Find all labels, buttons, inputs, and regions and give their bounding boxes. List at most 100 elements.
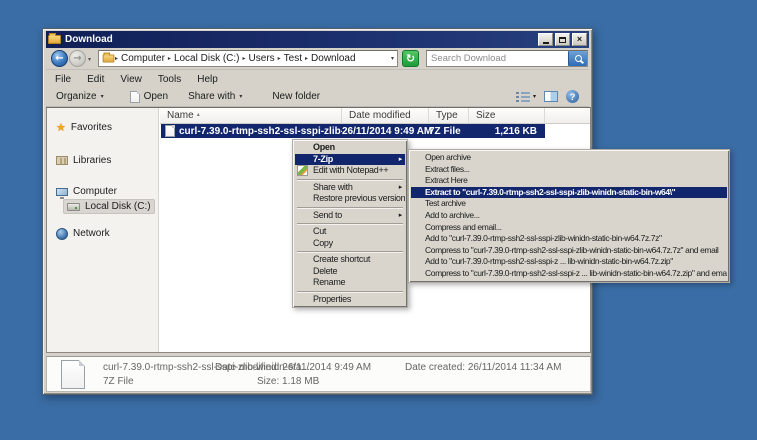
recent-pages-dropdown[interactable]: ▾ bbox=[88, 56, 91, 63]
open-button[interactable]: Open bbox=[124, 89, 174, 105]
breadcrumb-computer[interactable]: Computer bbox=[121, 53, 165, 64]
sidebar-item-label: Favorites bbox=[71, 122, 112, 133]
new-folder-button[interactable]: New folder bbox=[266, 89, 326, 104]
file-type-cell: 7Z File bbox=[429, 126, 469, 137]
maximize-icon bbox=[559, 37, 566, 43]
menu-file[interactable]: File bbox=[55, 74, 71, 85]
context-menu-item-7zip[interactable]: 7-Zip▸ bbox=[295, 154, 405, 166]
submenu-item-compress-to-7z-and-email[interactable]: Compress to "curl-7.39.0-rtmp-ssh2-ssl-s… bbox=[411, 245, 727, 257]
submenu-item-compress-to-zip-and-email[interactable]: Compress to "curl-7.39.0-rtmp-ssh2-ssl-s… bbox=[411, 268, 727, 280]
column-header-name[interactable]: Name▴ bbox=[160, 108, 342, 124]
file-name: curl-7.39.0-rtmp-ssh2-ssl-sspi-zlib-wini… bbox=[179, 126, 342, 137]
submenu-item-add-to-7z[interactable]: Add to "curl-7.39.0-rtmp-ssh2-ssl-sspi-z… bbox=[411, 233, 727, 245]
details-size: Size: 1.18 MB bbox=[257, 376, 319, 387]
context-menu-item-cut[interactable]: Cut bbox=[295, 226, 405, 238]
chevron-down-icon: ▾ bbox=[533, 93, 536, 100]
share-with-label: Share with bbox=[188, 91, 235, 102]
preview-pane-button[interactable] bbox=[544, 91, 558, 102]
crumb-separator-icon: ▸ bbox=[278, 55, 281, 62]
sidebar-item-favorites[interactable]: ★ Favorites bbox=[53, 120, 115, 135]
crumb-separator-icon: ▸ bbox=[115, 55, 118, 62]
change-view-button[interactable]: ▾ bbox=[516, 92, 536, 102]
command-toolbar: Organize ▾ Open Share with ▾ New folder … bbox=[46, 87, 589, 107]
sidebar-item-label: Computer bbox=[73, 186, 117, 197]
column-header-size[interactable]: Size bbox=[469, 108, 545, 124]
organize-button[interactable]: Organize ▾ bbox=[50, 89, 110, 104]
context-menu-item-properties[interactable]: Properties bbox=[295, 294, 405, 306]
context-menu-item-share-with[interactable]: Share with▸ bbox=[295, 182, 405, 194]
menu-tools[interactable]: Tools bbox=[158, 74, 181, 85]
search-box bbox=[426, 50, 588, 67]
address-row: ← → ▾ ▸ Computer ▸ Local Disk (C:) ▸ Use… bbox=[46, 48, 589, 70]
menu-help[interactable]: Help bbox=[197, 74, 218, 85]
forward-button[interactable]: → bbox=[69, 50, 86, 67]
context-menu-item-create-shortcut[interactable]: Create shortcut bbox=[295, 254, 405, 266]
context-menu-item-edit-with-notepadpp[interactable]: Edit with Notepad++ bbox=[295, 165, 405, 177]
sort-asc-icon: ▴ bbox=[197, 111, 200, 118]
submenu-item-extract-files[interactable]: Extract files... bbox=[411, 164, 727, 176]
star-icon: ★ bbox=[56, 122, 66, 133]
context-menu-item-open[interactable]: Open bbox=[295, 142, 405, 154]
context-menu: Open 7-Zip▸ Edit with Notepad++ Share wi… bbox=[292, 139, 408, 308]
file-size-cell: 1,216 KB bbox=[469, 126, 541, 137]
back-arrow-icon: ← bbox=[55, 53, 63, 64]
titlebar[interactable]: Download × bbox=[46, 31, 589, 48]
document-icon bbox=[130, 91, 140, 103]
sidebar-item-label: Network bbox=[73, 228, 110, 239]
forward-arrow-icon: → bbox=[73, 53, 81, 64]
column-label: Name bbox=[167, 110, 194, 121]
submenu-item-add-to-archive[interactable]: Add to archive... bbox=[411, 210, 727, 222]
sidebar-item-libraries[interactable]: Libraries bbox=[53, 153, 114, 168]
address-history-dropdown[interactable]: ▾ bbox=[391, 55, 394, 62]
refresh-button[interactable]: ↻ bbox=[402, 50, 419, 67]
column-label: Size bbox=[476, 110, 495, 121]
details-date-modified: Date modified: 26/11/2014 9:49 AM bbox=[215, 362, 371, 373]
breadcrumb-users[interactable]: Users bbox=[249, 53, 275, 64]
address-bar[interactable]: ▸ Computer ▸ Local Disk (C:) ▸ Users ▸ T… bbox=[98, 50, 398, 67]
column-label: Type bbox=[436, 110, 458, 121]
sidebar-item-computer[interactable]: Computer bbox=[53, 184, 120, 199]
submenu-item-compress-and-email[interactable]: Compress and email... bbox=[411, 222, 727, 234]
context-menu-item-delete[interactable]: Delete bbox=[295, 266, 405, 278]
breadcrumb-test[interactable]: Test bbox=[284, 53, 302, 64]
new-folder-label: New folder bbox=[272, 91, 320, 102]
column-header-date-modified[interactable]: Date modified bbox=[342, 108, 429, 124]
submenu-item-add-to-zip[interactable]: Add to "curl-7.39.0-rtmp-ssh2-ssl-sspi-z… bbox=[411, 256, 727, 268]
column-header-type[interactable]: Type bbox=[429, 108, 469, 124]
submenu-item-open-archive[interactable]: Open archive bbox=[411, 152, 727, 164]
file-name-cell: curl-7.39.0-rtmp-ssh2-ssl-sspi-zlib-wini… bbox=[161, 125, 342, 137]
share-with-button[interactable]: Share with ▾ bbox=[182, 89, 248, 104]
window-title: Download bbox=[65, 34, 536, 45]
context-menu-item-restore-previous-versions[interactable]: Restore previous versions bbox=[295, 193, 405, 205]
submenu-item-extract-to[interactable]: Extract to "curl-7.39.0-rtmp-ssh2-ssl-ss… bbox=[411, 187, 727, 199]
menu-edit[interactable]: Edit bbox=[87, 74, 104, 85]
help-button[interactable]: ? bbox=[566, 90, 579, 103]
sidebar-item-label: Libraries bbox=[73, 155, 111, 166]
network-icon bbox=[56, 228, 68, 240]
submenu-item-test-archive[interactable]: Test archive bbox=[411, 198, 727, 210]
maximize-button[interactable] bbox=[555, 33, 570, 46]
submenu-arrow-icon: ▸ bbox=[399, 210, 402, 222]
submenu-item-extract-here[interactable]: Extract Here bbox=[411, 175, 727, 187]
breadcrumb-local-disk[interactable]: Local Disk (C:) bbox=[174, 53, 240, 64]
sidebar-item-local-disk[interactable]: Local Disk (C:) bbox=[63, 199, 155, 214]
submenu-arrow-icon: ▸ bbox=[399, 182, 402, 194]
menu-view[interactable]: View bbox=[120, 74, 142, 85]
search-input[interactable] bbox=[427, 51, 568, 66]
organize-label: Organize bbox=[56, 91, 97, 102]
file-row-selected[interactable]: curl-7.39.0-rtmp-ssh2-ssl-sspi-zlib-wini… bbox=[161, 124, 545, 138]
breadcrumb-download[interactable]: Download bbox=[311, 53, 355, 64]
minimize-button[interactable] bbox=[538, 33, 553, 46]
close-button[interactable]: × bbox=[572, 33, 587, 46]
drive-icon bbox=[67, 203, 80, 211]
file-icon bbox=[165, 125, 175, 137]
details-date-created: Date created: 26/11/2014 11:34 AM bbox=[405, 362, 561, 373]
context-menu-item-copy[interactable]: Copy bbox=[295, 238, 405, 250]
context-menu-item-send-to[interactable]: Send to▸ bbox=[295, 210, 405, 222]
back-button[interactable]: ← bbox=[51, 50, 68, 67]
chevron-down-icon: ▾ bbox=[101, 93, 104, 100]
sidebar-item-network[interactable]: Network bbox=[53, 226, 113, 241]
context-menu-item-rename[interactable]: Rename bbox=[295, 277, 405, 289]
search-button[interactable] bbox=[568, 51, 587, 66]
column-label: Date modified bbox=[349, 110, 411, 121]
